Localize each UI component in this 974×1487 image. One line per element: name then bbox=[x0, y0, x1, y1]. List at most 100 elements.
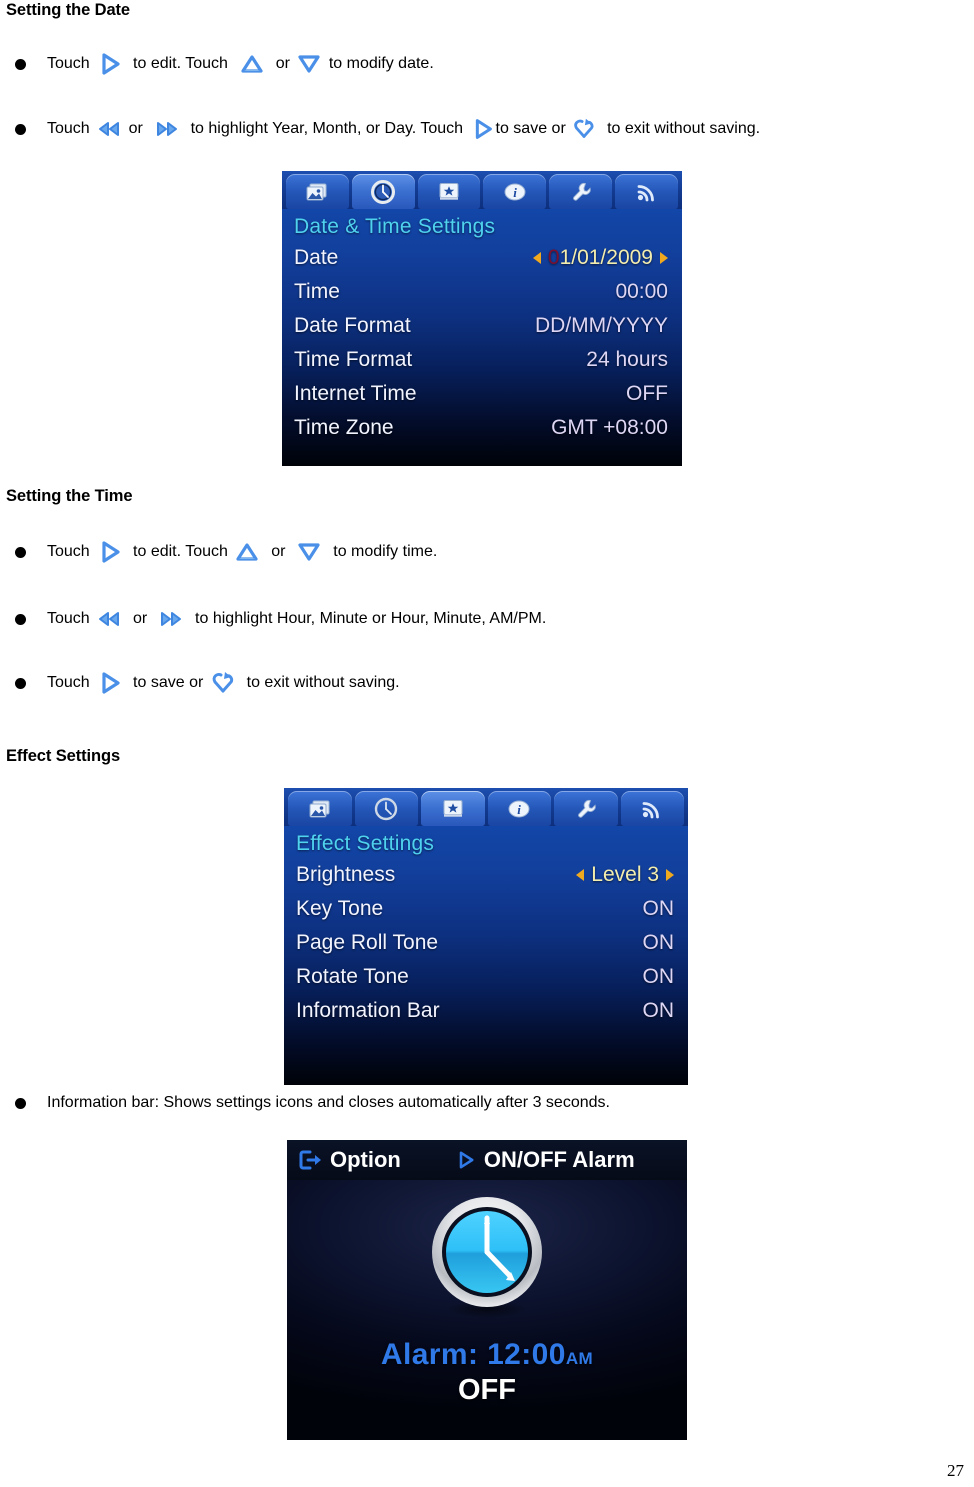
bullet-text: to highlight Hour, Minute or Hour, Minut… bbox=[186, 610, 547, 627]
setting-row-date-format[interactable]: Date Format DD/MM/YYYY bbox=[282, 309, 682, 343]
setting-row-time[interactable]: Time 00:00 bbox=[282, 275, 682, 309]
prev-arrow-icon[interactable] bbox=[576, 869, 585, 881]
bullet-text: to edit. Touch bbox=[124, 543, 233, 560]
setting-row-date[interactable]: Date 01/01/2009 bbox=[282, 241, 682, 275]
tab-photo[interactable] bbox=[286, 174, 349, 209]
row-label: Time Format bbox=[294, 348, 413, 371]
alarm-ampm: AM bbox=[565, 1349, 594, 1368]
bullet-text: Touch bbox=[47, 610, 95, 627]
bullet-text: to save or bbox=[124, 674, 208, 691]
bullet-text: to exit without saving. bbox=[237, 674, 400, 691]
bullet-text: Touch bbox=[47, 55, 95, 72]
prev-arrow-icon[interactable] bbox=[532, 252, 541, 264]
row-value: OFF bbox=[626, 382, 668, 405]
setting-row-internet-time[interactable]: Internet Time OFF bbox=[282, 377, 682, 411]
bullet-date-edit: Touch to edit. Touch or to modify date. bbox=[6, 49, 434, 79]
row-label: Internet Time bbox=[294, 382, 417, 405]
row-value: 00:00 bbox=[615, 280, 668, 303]
next-arrow-icon[interactable] bbox=[666, 869, 674, 881]
setting-row-page-roll-tone[interactable]: Page Roll Tone ON bbox=[284, 926, 688, 960]
setting-row-brightness[interactable]: Brightness Level 3 bbox=[284, 858, 688, 892]
setting-row-time-format[interactable]: Time Format 24 hours bbox=[282, 343, 682, 377]
tab-info[interactable]: i bbox=[483, 174, 547, 209]
play-right-icon bbox=[94, 537, 124, 567]
alarm-time-label: Alarm: 12:00 bbox=[380, 1338, 566, 1371]
heading-setting-the-date: Setting the Date bbox=[6, 1, 130, 19]
alarm-state-text: OFF bbox=[458, 1374, 516, 1406]
date-rest: 1/01/2009 bbox=[559, 246, 653, 269]
tab-info[interactable]: i bbox=[487, 791, 551, 826]
bullet-marker bbox=[15, 546, 26, 558]
row-value: 24 hours bbox=[586, 348, 668, 371]
forward-double-right-icon bbox=[156, 604, 186, 634]
row-value: Level 3 bbox=[576, 863, 674, 887]
tab-clock[interactable] bbox=[354, 791, 418, 826]
bullet-information-bar: Information bar: Shows settings icons an… bbox=[6, 1092, 610, 1114]
bullet-marker bbox=[15, 123, 26, 135]
alarm-top-bar: Option ON/OFF Alarm bbox=[287, 1140, 687, 1180]
alarm-toggle-button[interactable]: ON/OFF Alarm bbox=[453, 1147, 635, 1173]
date-highlight-digit: 0 bbox=[547, 246, 560, 269]
tab-effects[interactable] bbox=[421, 791, 485, 826]
svg-text:i: i bbox=[517, 802, 521, 817]
bullet-text: to modify time. bbox=[324, 543, 438, 560]
row-value: ON bbox=[642, 965, 675, 988]
tab-wireless[interactable] bbox=[620, 791, 684, 826]
bullet-marker bbox=[15, 613, 26, 625]
row-value: ON bbox=[642, 897, 675, 920]
screenshot-date-time-settings: i Date & Time Settings Date 01/01/2009 T… bbox=[282, 171, 682, 466]
alarm-main-area: Alarm: 12:00AM OFF bbox=[287, 1180, 687, 1440]
screen-title: Effect Settings bbox=[296, 832, 435, 855]
option-label: Option bbox=[330, 1147, 401, 1172]
svg-text:i: i bbox=[513, 185, 517, 200]
row-value: GMT +08:00 bbox=[551, 416, 668, 439]
bullet-text: to save or bbox=[495, 120, 571, 137]
bullet-text: or bbox=[124, 120, 152, 137]
screenshot-alarm: Option ON/OFF Alarm Alarm: 12:00AM OFF bbox=[287, 1140, 687, 1440]
tab-settings[interactable] bbox=[549, 174, 613, 209]
exit-return-icon bbox=[208, 668, 238, 698]
row-label: Time bbox=[294, 280, 340, 303]
row-value: DD/MM/YYYY bbox=[534, 314, 668, 337]
exit-door-icon bbox=[297, 1148, 323, 1172]
tab-clock[interactable] bbox=[351, 174, 415, 209]
bullet-text: or bbox=[262, 543, 295, 560]
option-button[interactable]: Option bbox=[297, 1147, 401, 1173]
setting-row-key-tone[interactable]: Key Tone ON bbox=[284, 892, 688, 926]
exit-return-icon bbox=[570, 115, 598, 143]
row-label: Date Format bbox=[294, 314, 411, 337]
triangle-up-icon bbox=[237, 49, 267, 79]
rewind-double-left-icon bbox=[94, 114, 124, 144]
device-settings-list: Date & Time Settings Date 01/01/2009 Tim… bbox=[282, 209, 682, 466]
play-right-icon bbox=[94, 49, 124, 79]
bullet-marker bbox=[15, 58, 26, 70]
bullet-marker bbox=[15, 677, 26, 689]
bullet-marker bbox=[15, 1097, 26, 1109]
bullet-time-highlight: Touch or to highlight Hour, Minute or Ho… bbox=[6, 604, 546, 634]
bullet-date-highlight: Touch or to highlight Year, Month, or Da… bbox=[6, 114, 760, 144]
bullet-text: to exit without saving. bbox=[598, 120, 761, 137]
screen-title: Date & Time Settings bbox=[294, 215, 496, 238]
tab-wireless[interactable] bbox=[615, 174, 678, 209]
bullet-text: to modify date. bbox=[324, 55, 434, 72]
tab-effects[interactable] bbox=[417, 174, 481, 209]
setting-row-rotate-tone[interactable]: Rotate Tone ON bbox=[284, 960, 688, 994]
screenshot-effect-settings: i Effect Settings Brightness Level 3 Key… bbox=[284, 788, 688, 1085]
tab-photo[interactable] bbox=[288, 791, 352, 826]
row-label: Brightness bbox=[296, 863, 396, 886]
bullet-text: Touch bbox=[47, 120, 95, 137]
play-right-icon bbox=[94, 668, 124, 698]
bullet-text: or bbox=[124, 610, 157, 627]
tab-settings[interactable] bbox=[554, 791, 618, 826]
setting-row-information-bar[interactable]: Information Bar ON bbox=[284, 994, 688, 1028]
bullet-time-save: Touch to save or to exit without saving. bbox=[6, 668, 400, 698]
bullet-text: Touch bbox=[47, 674, 95, 691]
setting-row-time-zone[interactable]: Time Zone GMT +08:00 bbox=[282, 411, 682, 445]
next-arrow-icon[interactable] bbox=[660, 252, 668, 264]
row-label: Key Tone bbox=[296, 897, 384, 920]
triangle-down-icon bbox=[294, 537, 324, 567]
row-value: ON bbox=[642, 931, 675, 954]
manual-page: Setting the Date Touch to edit. Touch or… bbox=[0, 0, 974, 1487]
bullet-text: to highlight Year, Month, or Day. Touch bbox=[181, 120, 468, 137]
row-value: 01/01/2009 bbox=[532, 246, 668, 270]
